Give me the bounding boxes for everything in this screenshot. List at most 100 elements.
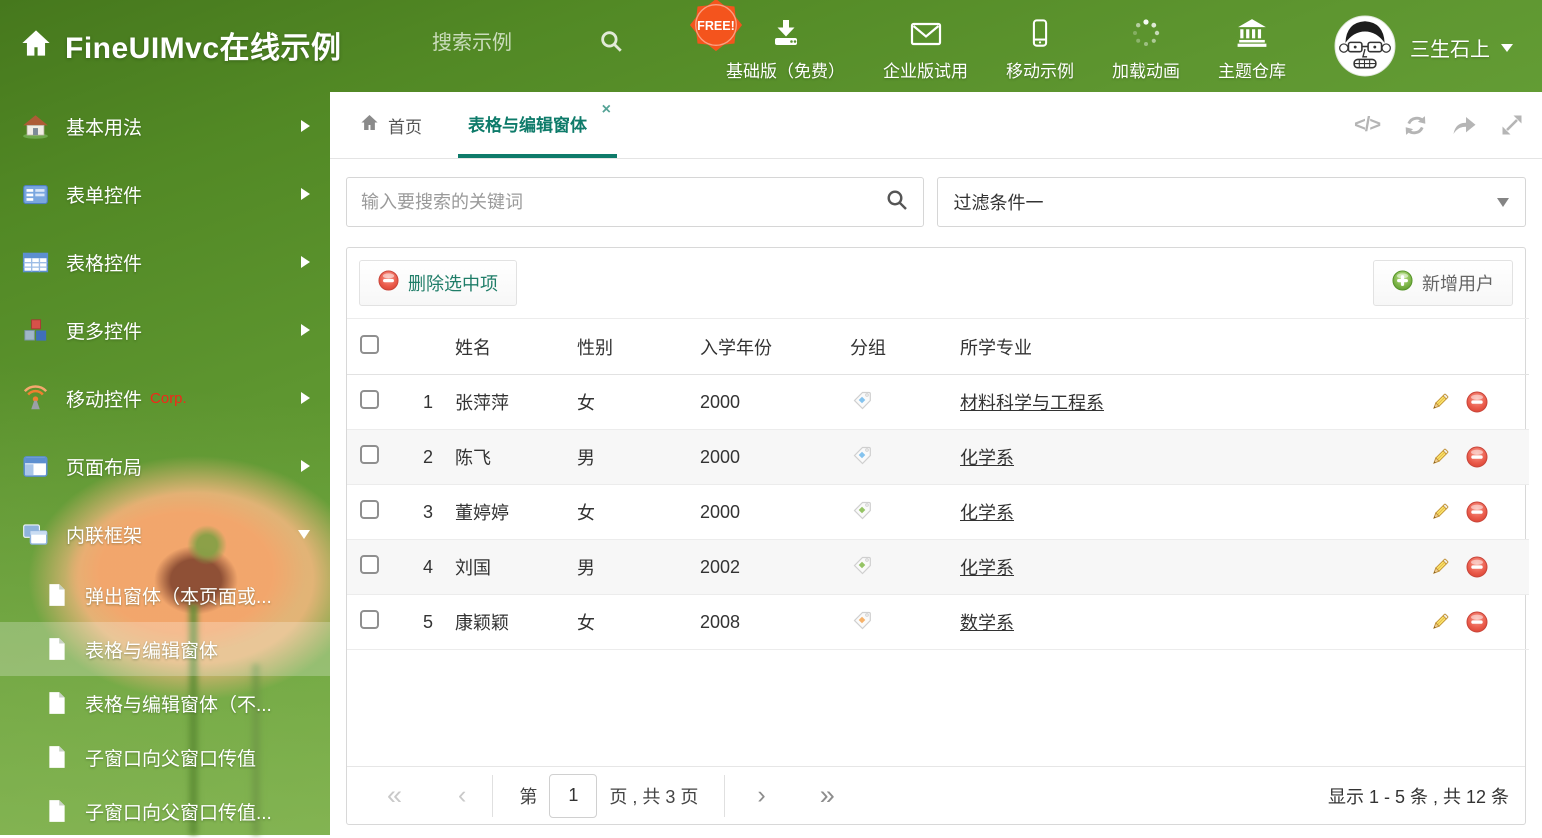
tag-icon [853, 556, 871, 574]
sidebar-item-more-controls[interactable]: 更多控件 [0, 296, 330, 364]
delete-row-icon[interactable] [1466, 446, 1488, 468]
sidebar-subitem-label: 子窗口向父窗口传值 [85, 748, 257, 770]
sidebar-item-iframe[interactable]: 内联框架 [0, 500, 330, 568]
sidebar-subitem-child-to-parent-2[interactable]: 子窗口向父窗口传值... [0, 784, 330, 838]
row-number: 2 [395, 429, 447, 485]
cell-year: 2000 [692, 484, 842, 540]
select-all-checkbox[interactable] [360, 334, 379, 354]
edit-pencil-icon[interactable] [1429, 556, 1451, 578]
nav-item-basic-edition[interactable]: 基础版（免费） [726, 17, 845, 82]
chevron-down-icon [298, 529, 310, 539]
users-table: 姓名 性别 入学年份 分组 所学专业 1 张萍萍 女 2000 材料科学与工程系… [347, 318, 1529, 650]
expand-icon[interactable] [1500, 113, 1524, 137]
home-icon [360, 113, 379, 137]
chevron-right-icon [301, 392, 310, 404]
column-header-year: 入学年份 [692, 318, 842, 375]
nav-item-enterprise-trial[interactable]: 企业版试用 [883, 17, 968, 82]
row-checkbox[interactable] [360, 390, 379, 409]
cubes-icon [22, 317, 49, 344]
delete-row-icon[interactable] [1466, 611, 1488, 633]
sidebar-item-grid-controls[interactable]: 表格控件 [0, 228, 330, 296]
tag-icon [853, 391, 871, 409]
search-icon[interactable] [598, 28, 624, 59]
prev-page-button[interactable]: ‹ [458, 783, 466, 808]
sidebar-item-mobile-controls[interactable]: 移动控件 Corp. [0, 364, 330, 432]
tab-toolbar: </> [1354, 92, 1524, 158]
cell-gender: 男 [569, 429, 692, 485]
cell-group [842, 429, 952, 485]
delete-selected-button[interactable]: 删除选中项 [359, 260, 517, 306]
edit-pencil-icon[interactable] [1429, 611, 1451, 633]
column-header-gender: 性别 [569, 318, 692, 375]
nav-item-mobile-demo[interactable]: 移动示例 [1006, 17, 1074, 82]
table-row[interactable]: 5 康颖颖 女 2008 数学系 [347, 594, 1529, 650]
plus-circle-icon [1392, 270, 1413, 296]
keyword-search-input[interactable] [361, 191, 885, 213]
major-link[interactable]: 化学系 [960, 558, 1014, 578]
sidebar-subitem-label: 弹出窗体（本页面或... [85, 586, 272, 608]
close-icon[interactable]: × [602, 102, 611, 118]
spinner-icon [1130, 17, 1162, 49]
sidebar-item-basic-usage[interactable]: 基本用法 [0, 92, 330, 160]
tab-grid-edit-window[interactable]: 表格与编辑窗体 × [458, 92, 617, 158]
table-row[interactable]: 4 刘国 男 2002 化学系 [347, 539, 1529, 595]
table-header-row: 姓名 性别 入学年份 分组 所学专业 [347, 318, 1529, 375]
major-link[interactable]: 材料科学与工程系 [960, 393, 1104, 413]
keyword-search-box [346, 177, 924, 227]
delete-row-icon[interactable] [1466, 391, 1488, 413]
header-search-input[interactable] [432, 32, 580, 55]
nav-item-theme-repo[interactable]: 主题仓库 [1218, 17, 1286, 82]
user-menu[interactable]: 三生石上 [1410, 33, 1513, 62]
delete-row-icon[interactable] [1466, 501, 1488, 523]
cell-name: 董婷婷 [447, 484, 569, 540]
delete-selected-label: 删除选中项 [408, 274, 498, 294]
row-checkbox[interactable] [360, 610, 379, 629]
table-icon [22, 249, 49, 276]
edit-pencil-icon[interactable] [1429, 446, 1451, 468]
sidebar-subitem-popup-window[interactable]: 弹出窗体（本页面或... [0, 568, 330, 622]
sidebar-item-form-controls[interactable]: 表单控件 [0, 160, 330, 228]
code-icon[interactable]: </> [1354, 114, 1381, 137]
home-icon [20, 27, 52, 64]
cell-year: 2000 [692, 374, 842, 430]
first-page-button[interactable]: « [387, 782, 402, 809]
sidebar-subitem-child-to-parent[interactable]: 子窗口向父窗口传值 [0, 730, 330, 784]
tab-label: 表格与编辑窗体 [468, 115, 587, 135]
major-link[interactable]: 化学系 [960, 503, 1014, 523]
sidebar-subitem-grid-edit-window[interactable]: 表格与编辑窗体 [0, 622, 330, 676]
divider [724, 774, 726, 817]
table-body: 1 张萍萍 女 2000 材料科学与工程系 2 陈飞 男 2000 化学系 3 … [347, 374, 1529, 650]
next-page-button[interactable]: › [757, 783, 765, 808]
header-search [432, 28, 624, 59]
sidebar-item-label: 表单控件 [66, 185, 143, 207]
delete-row-icon[interactable] [1466, 556, 1488, 578]
cell-group [842, 539, 952, 595]
refresh-icon[interactable] [1403, 113, 1428, 138]
major-link[interactable]: 化学系 [960, 448, 1014, 468]
row-checkbox[interactable] [360, 500, 379, 519]
tab-home[interactable]: 首页 [344, 92, 438, 158]
table-row[interactable]: 2 陈飞 男 2000 化学系 [347, 429, 1529, 485]
edit-pencil-icon[interactable] [1429, 391, 1451, 413]
filter-dropdown[interactable]: 过滤条件一 [936, 177, 1526, 227]
share-icon[interactable] [1451, 113, 1477, 137]
table-row[interactable]: 3 董婷婷 女 2000 化学系 [347, 484, 1529, 540]
nav-item-loading-animation[interactable]: 加载动画 [1112, 17, 1180, 82]
filter-dropdown-value: 过滤条件一 [953, 193, 1044, 213]
sidebar-subitem-grid-edit-window-2[interactable]: 表格与编辑窗体（不... [0, 676, 330, 730]
sidebar-item-label: 内联框架 [66, 525, 143, 547]
row-checkbox[interactable] [360, 555, 379, 574]
add-user-button[interactable]: 新增用户 [1373, 260, 1513, 306]
search-icon[interactable] [885, 188, 909, 217]
avatar[interactable] [1334, 15, 1396, 77]
table-row[interactable]: 1 张萍萍 女 2000 材料科学与工程系 [347, 374, 1529, 430]
logo[interactable]: FineUIMvc在线示例 [20, 23, 342, 67]
sidebar-item-page-layout[interactable]: 页面布局 [0, 432, 330, 500]
row-checkbox[interactable] [360, 445, 379, 464]
major-link[interactable]: 数学系 [960, 613, 1014, 633]
last-page-button[interactable]: » [820, 782, 835, 809]
download-icon [770, 17, 802, 49]
page-number-input[interactable] [549, 773, 598, 818]
edit-pencil-icon[interactable] [1429, 501, 1451, 523]
cell-name: 张萍萍 [447, 374, 569, 430]
